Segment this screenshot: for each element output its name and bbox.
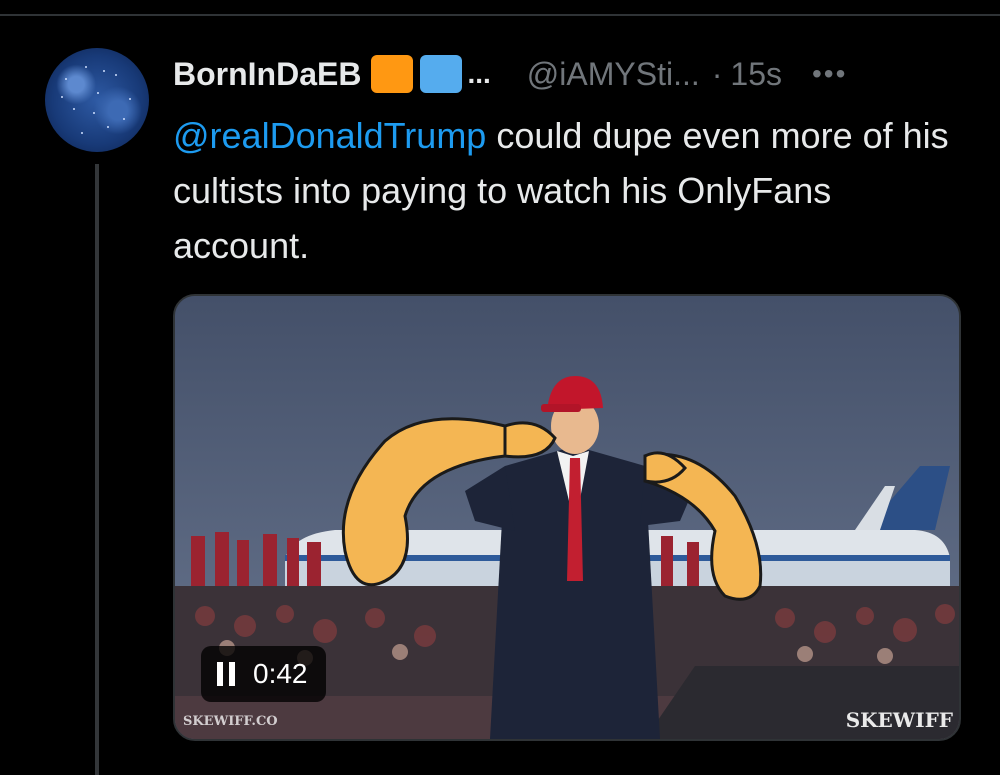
video-player[interactable]: 0:42 SKEWIFF.CO SKEWIFF (173, 294, 961, 741)
avatar[interactable] (45, 48, 149, 152)
watermark-left: SKEWIFF.CO (183, 714, 278, 729)
author-name[interactable]: BornInDaEB (173, 56, 361, 93)
tweet-text: @realDonaldTrump could dupe even more of… (173, 108, 963, 273)
pause-icon[interactable] (217, 662, 235, 686)
timestamp[interactable]: 15s (730, 56, 782, 93)
author-handle[interactable]: @iAMYSti... (527, 56, 700, 93)
playback-control[interactable]: 0:42 (201, 646, 326, 702)
timeline-divider (0, 14, 1000, 16)
name-overflow: ... (467, 58, 491, 89)
more-options-icon[interactable]: ••• (812, 58, 847, 90)
blue-square-icon (420, 55, 463, 93)
video-time: 0:42 (253, 658, 308, 689)
watermark-right: SKEWIFF (845, 708, 953, 732)
mention-link[interactable]: @realDonaldTrump (173, 115, 486, 156)
separator: · (711, 55, 723, 92)
thread-line (95, 164, 99, 775)
tweet-header: BornInDaEB ... @iAMYSti... · 15s ••• (173, 52, 963, 96)
orange-square-icon (371, 55, 414, 93)
